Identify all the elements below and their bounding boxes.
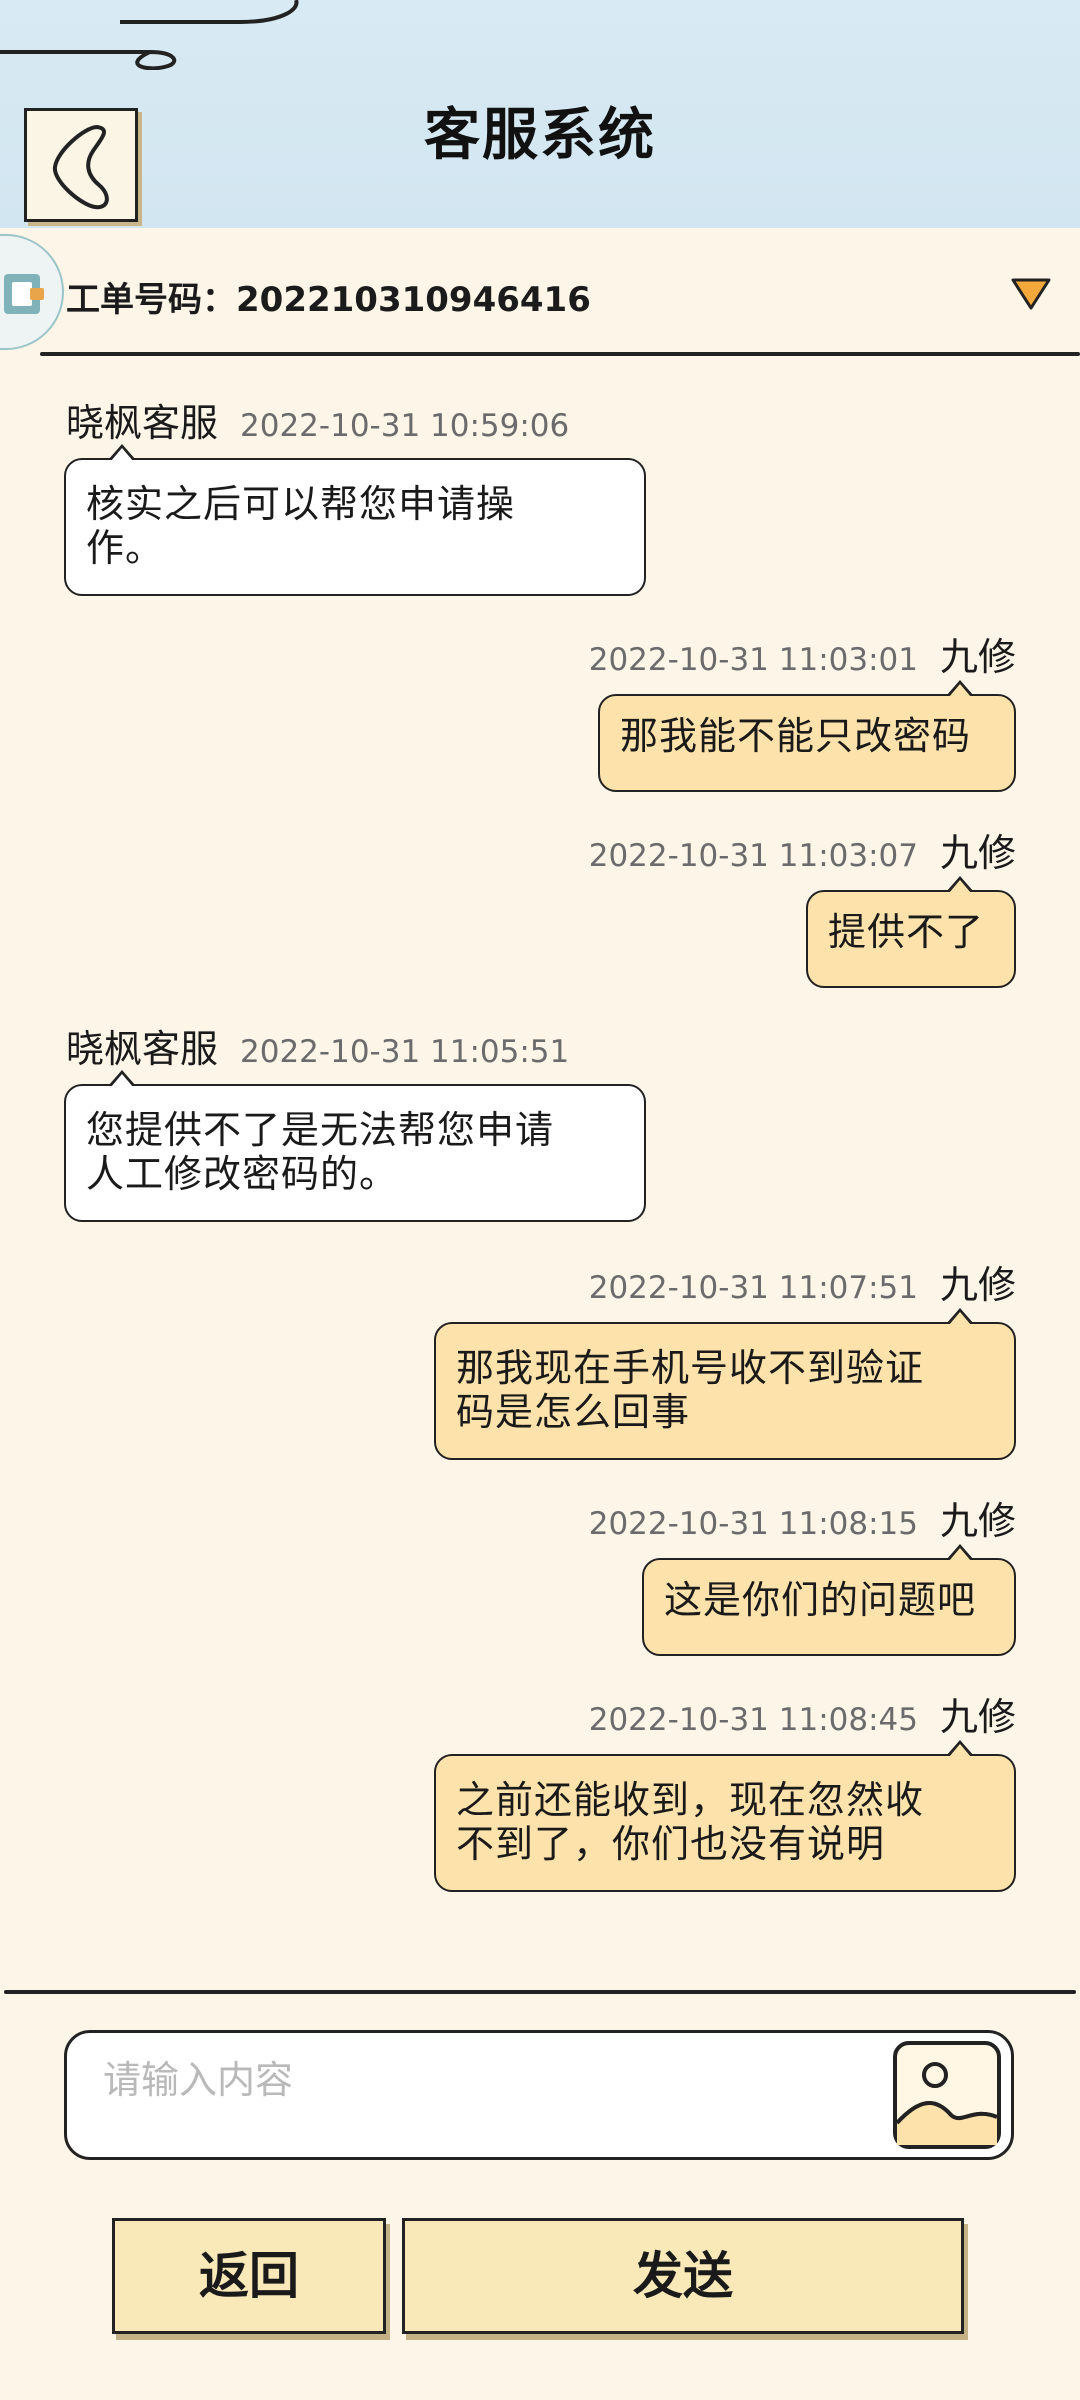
sender-name: 晓枫客服 — [66, 1027, 219, 1071]
triangle-down-icon[interactable] — [1010, 276, 1052, 312]
message-line: 这是你们的问题吧 — [664, 1578, 977, 1622]
input-placeholder: 请输入内容 — [103, 2058, 294, 2102]
sender-name: 九修 — [939, 1499, 1016, 1543]
message-line: 那我现在手机号收不到验证 — [456, 1346, 925, 1390]
image-icon[interactable] — [889, 2037, 1005, 2153]
message-line: 作。 — [86, 526, 165, 570]
ticket-icon — [0, 234, 64, 350]
message-time: 2022-10-31 11:03:07 — [588, 838, 918, 874]
message-meta: 2022-10-31 11:03:07 九修 — [589, 822, 1016, 877]
send-button[interactable]: 发送 — [402, 2218, 964, 2334]
message-bubble[interactable]: 提供不了 — [806, 876, 1016, 988]
message-meta: 2022-10-31 11:08:45 九修 — [589, 1686, 1016, 1741]
message-line: 之前还能收到，现在忽然收 — [456, 1778, 925, 1822]
sender-name: 晓枫客服 — [66, 401, 219, 445]
sender-name: 九修 — [939, 1263, 1016, 1307]
message-bubble[interactable]: 那我能不能只改密码 — [598, 680, 1016, 792]
message-meta: 2022-10-31 11:08:15 九修 — [589, 1490, 1016, 1545]
message-line: 人工修改密码的。 — [86, 1152, 399, 1196]
message-line: 核实之后可以帮您申请操 — [86, 482, 516, 526]
ticket-number: 工单号码：202210310946416 — [66, 280, 591, 320]
message-time: 2022-10-31 11:07:51 — [588, 1270, 918, 1306]
message-line: 码是怎么回事 — [456, 1390, 691, 1434]
message-bubble[interactable]: 那我现在手机号收不到验证 码是怎么回事 — [434, 1308, 1016, 1460]
message-line: 提供不了 — [828, 910, 985, 954]
message-line: 那我能不能只改密码 — [620, 714, 972, 758]
message-meta: 晓枫客服 2022-10-31 10:59:06 — [66, 392, 569, 447]
cloud-decoration-icon — [0, 0, 299, 70]
message-line: 不到了，你们也没有说明 — [456, 1822, 886, 1866]
divider — [4, 1990, 1076, 1994]
divider — [40, 352, 1080, 356]
message-meta: 2022-10-31 11:03:01 九修 — [589, 626, 1016, 681]
message-bubble[interactable]: 这是你们的问题吧 — [642, 1544, 1016, 1656]
message-bubble[interactable]: 您提供不了是无法帮您申请 人工修改密码的。 — [64, 1070, 646, 1222]
message-time: 2022-10-31 11:03:01 — [588, 642, 918, 678]
sender-name: 九修 — [939, 635, 1016, 679]
message-bubble[interactable]: 之前还能收到，现在忽然收 不到了，你们也没有说明 — [434, 1740, 1016, 1892]
message-time: 2022-10-31 11:08:45 — [588, 1702, 918, 1738]
sender-name: 九修 — [939, 1695, 1016, 1739]
ticket-row[interactable]: 工单号码：202210310946416 — [0, 228, 1080, 356]
header-bar: 客服系统 — [0, 0, 1080, 228]
message-time: 2022-10-31 11:05:51 — [240, 1034, 570, 1070]
message-time: 2022-10-31 11:08:15 — [588, 1506, 918, 1542]
message-meta: 晓枫客服 2022-10-31 11:05:51 — [66, 1018, 569, 1073]
sender-name: 九修 — [939, 831, 1016, 875]
chat-list: 晓枫客服 2022-10-31 10:59:06 核实之后可以帮您申请操 作。 … — [0, 370, 1080, 1970]
message-bubble[interactable]: 核实之后可以帮您申请操 作。 — [64, 444, 646, 596]
message-meta: 2022-10-31 11:07:51 九修 — [589, 1254, 1016, 1309]
message-line: 您提供不了是无法帮您申请 — [86, 1108, 555, 1152]
message-input[interactable]: 请输入内容 — [64, 2030, 1014, 2160]
back-button-bottom[interactable]: 返回 — [112, 2218, 386, 2334]
page-title: 客服系统 — [424, 103, 656, 168]
message-time: 2022-10-31 10:59:06 — [240, 408, 570, 444]
